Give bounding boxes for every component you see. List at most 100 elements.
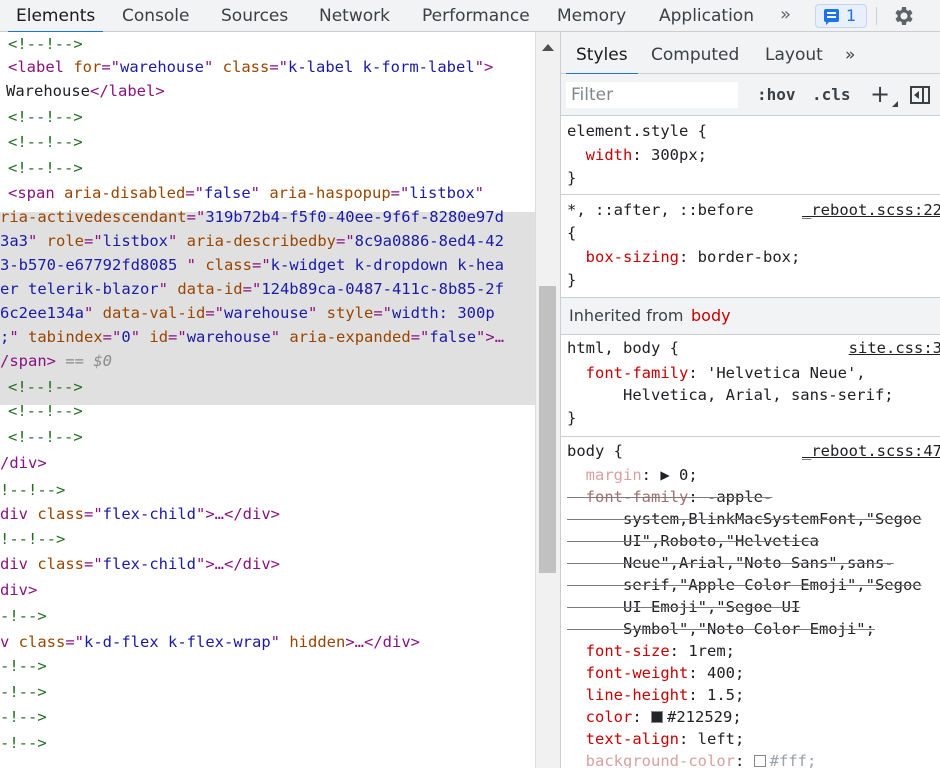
- dom-tree-line[interactable]: -!-->: [0, 604, 47, 628]
- dom-tree-line[interactable]: -!-->: [0, 654, 47, 678]
- toggle-sidebar-icon[interactable]: [910, 86, 930, 104]
- tab-elements[interactable]: Elements: [7, 0, 104, 33]
- tab-application[interactable]: Application: [659, 0, 754, 32]
- css-property-name: font-weight: [585, 664, 689, 682]
- css-property-value: [567, 708, 586, 726]
- style-rule-line[interactable]: text-align: left;: [567, 728, 745, 750]
- dom-tree-line[interactable]: <!--!-->: [8, 105, 83, 129]
- dom-tree-line[interactable]: -!-->: [0, 680, 47, 704]
- dom-tree-line[interactable]: <span aria-disabled="false" aria-haspopu…: [8, 181, 484, 205]
- stylesheet-source-link[interactable]: _reboot.scss:47: [802, 440, 940, 462]
- tab-computed[interactable]: Computed: [651, 32, 739, 74]
- dom-tree-line[interactable]: Warehouse</label>: [6, 79, 165, 103]
- filter-input[interactable]: [566, 82, 738, 108]
- style-rule-line[interactable]: element.style {: [567, 120, 707, 142]
- scroll-up-arrow-icon[interactable]: [542, 44, 554, 51]
- css-property-value: system,BlinkMacSystemFont,"Segoe: [567, 510, 922, 528]
- tab-memory[interactable]: Memory: [557, 0, 626, 32]
- scrollbar-thumb[interactable]: [539, 286, 556, 573]
- style-rule-line[interactable]: body {: [567, 440, 623, 462]
- attribute-name: style: [326, 304, 374, 322]
- style-rule-line[interactable]: font-size: 1rem;: [567, 640, 735, 662]
- dom-tree-line[interactable]: div>: [0, 578, 37, 602]
- dom-tree-line[interactable]: -!-->: [0, 705, 47, 729]
- style-rule-line[interactable]: Symbol","Noto Color Emoji";: [567, 618, 875, 640]
- dom-tree-line[interactable]: div class="flex-child">…</div>: [0, 502, 280, 526]
- style-rule-line[interactable]: *, ::after, ::before: [567, 199, 754, 221]
- style-rule-line[interactable]: UI Emoji","Segoe UI: [567, 596, 800, 618]
- color-swatch[interactable]: [651, 711, 664, 723]
- style-rule-line[interactable]: }: [567, 407, 576, 429]
- sidebar-more-tabs-button[interactable]: »: [845, 32, 855, 74]
- dom-tree-line[interactable]: 3-b570-e67792fd8085 " class="k-widget k-…: [0, 253, 504, 277]
- style-rule-line[interactable]: system,BlinkMacSystemFont,"Segoe: [567, 508, 922, 530]
- elements-scrollbar[interactable]: [535, 32, 560, 768]
- tab-sources[interactable]: Sources: [221, 0, 288, 32]
- stylesheet-source-link[interactable]: site.css:3: [849, 337, 940, 359]
- dom-tree-line[interactable]: <label for="warehouse" class="k-label k-…: [8, 55, 493, 79]
- gear-icon[interactable]: [891, 4, 915, 28]
- style-rule-line[interactable]: font-family: -apple-: [567, 486, 773, 508]
- css-property-value: [567, 642, 586, 660]
- elements-dom-tree[interactable]: <!--!--> <label for="warehouse" class="k-…: [0, 32, 535, 768]
- style-rule-line[interactable]: {: [567, 222, 576, 244]
- dom-tree-line[interactable]: 3a3" role="listbox" aria-describedby="8c…: [0, 229, 504, 253]
- style-rule-line[interactable]: }: [567, 167, 576, 189]
- dom-tree-line[interactable]: /div>: [0, 451, 47, 475]
- tab-performance[interactable]: Performance: [422, 0, 530, 32]
- style-rule-line[interactable]: box-sizing: border-box;: [567, 246, 801, 268]
- dom-tree-line[interactable]: 6c2ee134a" data-val-id="warehouse" style…: [0, 301, 495, 325]
- dom-tree-line[interactable]: <!--!-->: [8, 375, 83, 399]
- dom-tree-line[interactable]: <!--!-->: [8, 130, 83, 154]
- style-rule-line[interactable]: }: [567, 269, 576, 291]
- style-rule-line[interactable]: html, body {: [567, 337, 679, 359]
- dom-tree-line[interactable]: !--!-->: [0, 478, 65, 502]
- attribute-value: listbox: [102, 232, 168, 250]
- tab-network[interactable]: Network: [319, 0, 390, 32]
- css-property-value: : ▶ 0;: [641, 466, 698, 484]
- css-property-value: #fff;: [769, 752, 817, 768]
- style-rule-line[interactable]: serif,"Apple Color Emoji","Segoe: [567, 574, 922, 596]
- dom-tree-line[interactable]: div class="flex-child">…</div>: [0, 552, 280, 576]
- style-rule-line[interactable]: font-weight: 400;: [567, 662, 745, 684]
- style-rule-line[interactable]: font-family: 'Helvetica Neue',: [567, 362, 866, 384]
- css-property-value: : border-box;: [679, 248, 801, 266]
- issues-counter-button[interactable]: 1: [815, 4, 867, 28]
- attribute-value: 3a3: [0, 232, 28, 250]
- style-rule-line[interactable]: UI",Roboto,"Helvetica: [567, 530, 819, 552]
- dom-tree-line[interactable]: <!--!-->: [8, 32, 83, 56]
- dom-tree-line[interactable]: ria-activedescendant="319b72b4-f5f0-40ee…: [0, 205, 504, 229]
- dom-tree-line[interactable]: /span> == $0: [0, 349, 112, 373]
- color-swatch[interactable]: [753, 755, 766, 767]
- dom-tree-line[interactable]: ;" tabindex="0" id="warehouse" aria-expa…: [0, 325, 504, 349]
- dom-tree-line[interactable]: -!-->: [0, 731, 47, 755]
- dom-tree-line[interactable]: v class="k-d-flex k-flex-wrap" hidden>…<…: [0, 630, 420, 654]
- tab-styles[interactable]: Styles: [566, 32, 638, 75]
- dom-tree-line[interactable]: <!--!-->: [8, 399, 83, 423]
- css-selector: }: [567, 271, 577, 289]
- new-style-rule-button[interactable]: +: [870, 81, 899, 107]
- dom-tree-line[interactable]: <!--!-->: [8, 156, 83, 180]
- dom-tree-line[interactable]: !--!-->: [0, 527, 65, 551]
- css-property-value: [567, 686, 586, 704]
- tab-layout[interactable]: Layout: [765, 32, 823, 74]
- cls-button[interactable]: .cls: [812, 82, 851, 108]
- style-rule-line[interactable]: margin: ▶ 0;: [567, 464, 698, 486]
- hov-button[interactable]: :hov: [757, 82, 796, 108]
- tab-console[interactable]: Console: [122, 0, 190, 32]
- style-rule-line[interactable]: line-height: 1.5;: [567, 684, 745, 706]
- style-rule-line[interactable]: background-color: #fff;: [567, 750, 817, 768]
- rule-divider: [561, 194, 940, 195]
- css-selector: }: [567, 409, 577, 427]
- inherited-element-link[interactable]: body: [691, 298, 731, 334]
- tag-token: ": [204, 58, 223, 76]
- inherited-label: Inherited from: [569, 306, 684, 325]
- style-rule-line[interactable]: Helvetica, Arial, sans-serif;: [567, 384, 894, 406]
- stylesheet-source-link[interactable]: _reboot.scss:22: [802, 199, 940, 221]
- dom-tree-line[interactable]: <!--!-->: [8, 425, 83, 449]
- dom-tree-line[interactable]: er telerik-blazor" data-id="124b89ca-048…: [0, 277, 504, 301]
- more-tabs-button[interactable]: »: [780, 0, 791, 32]
- style-rule-line[interactable]: width: 300px;: [567, 144, 707, 166]
- style-rule-line[interactable]: color: #212529;: [567, 706, 742, 728]
- style-rule-line[interactable]: Neue",Arial,"Noto Sans",sans-: [567, 552, 894, 574]
